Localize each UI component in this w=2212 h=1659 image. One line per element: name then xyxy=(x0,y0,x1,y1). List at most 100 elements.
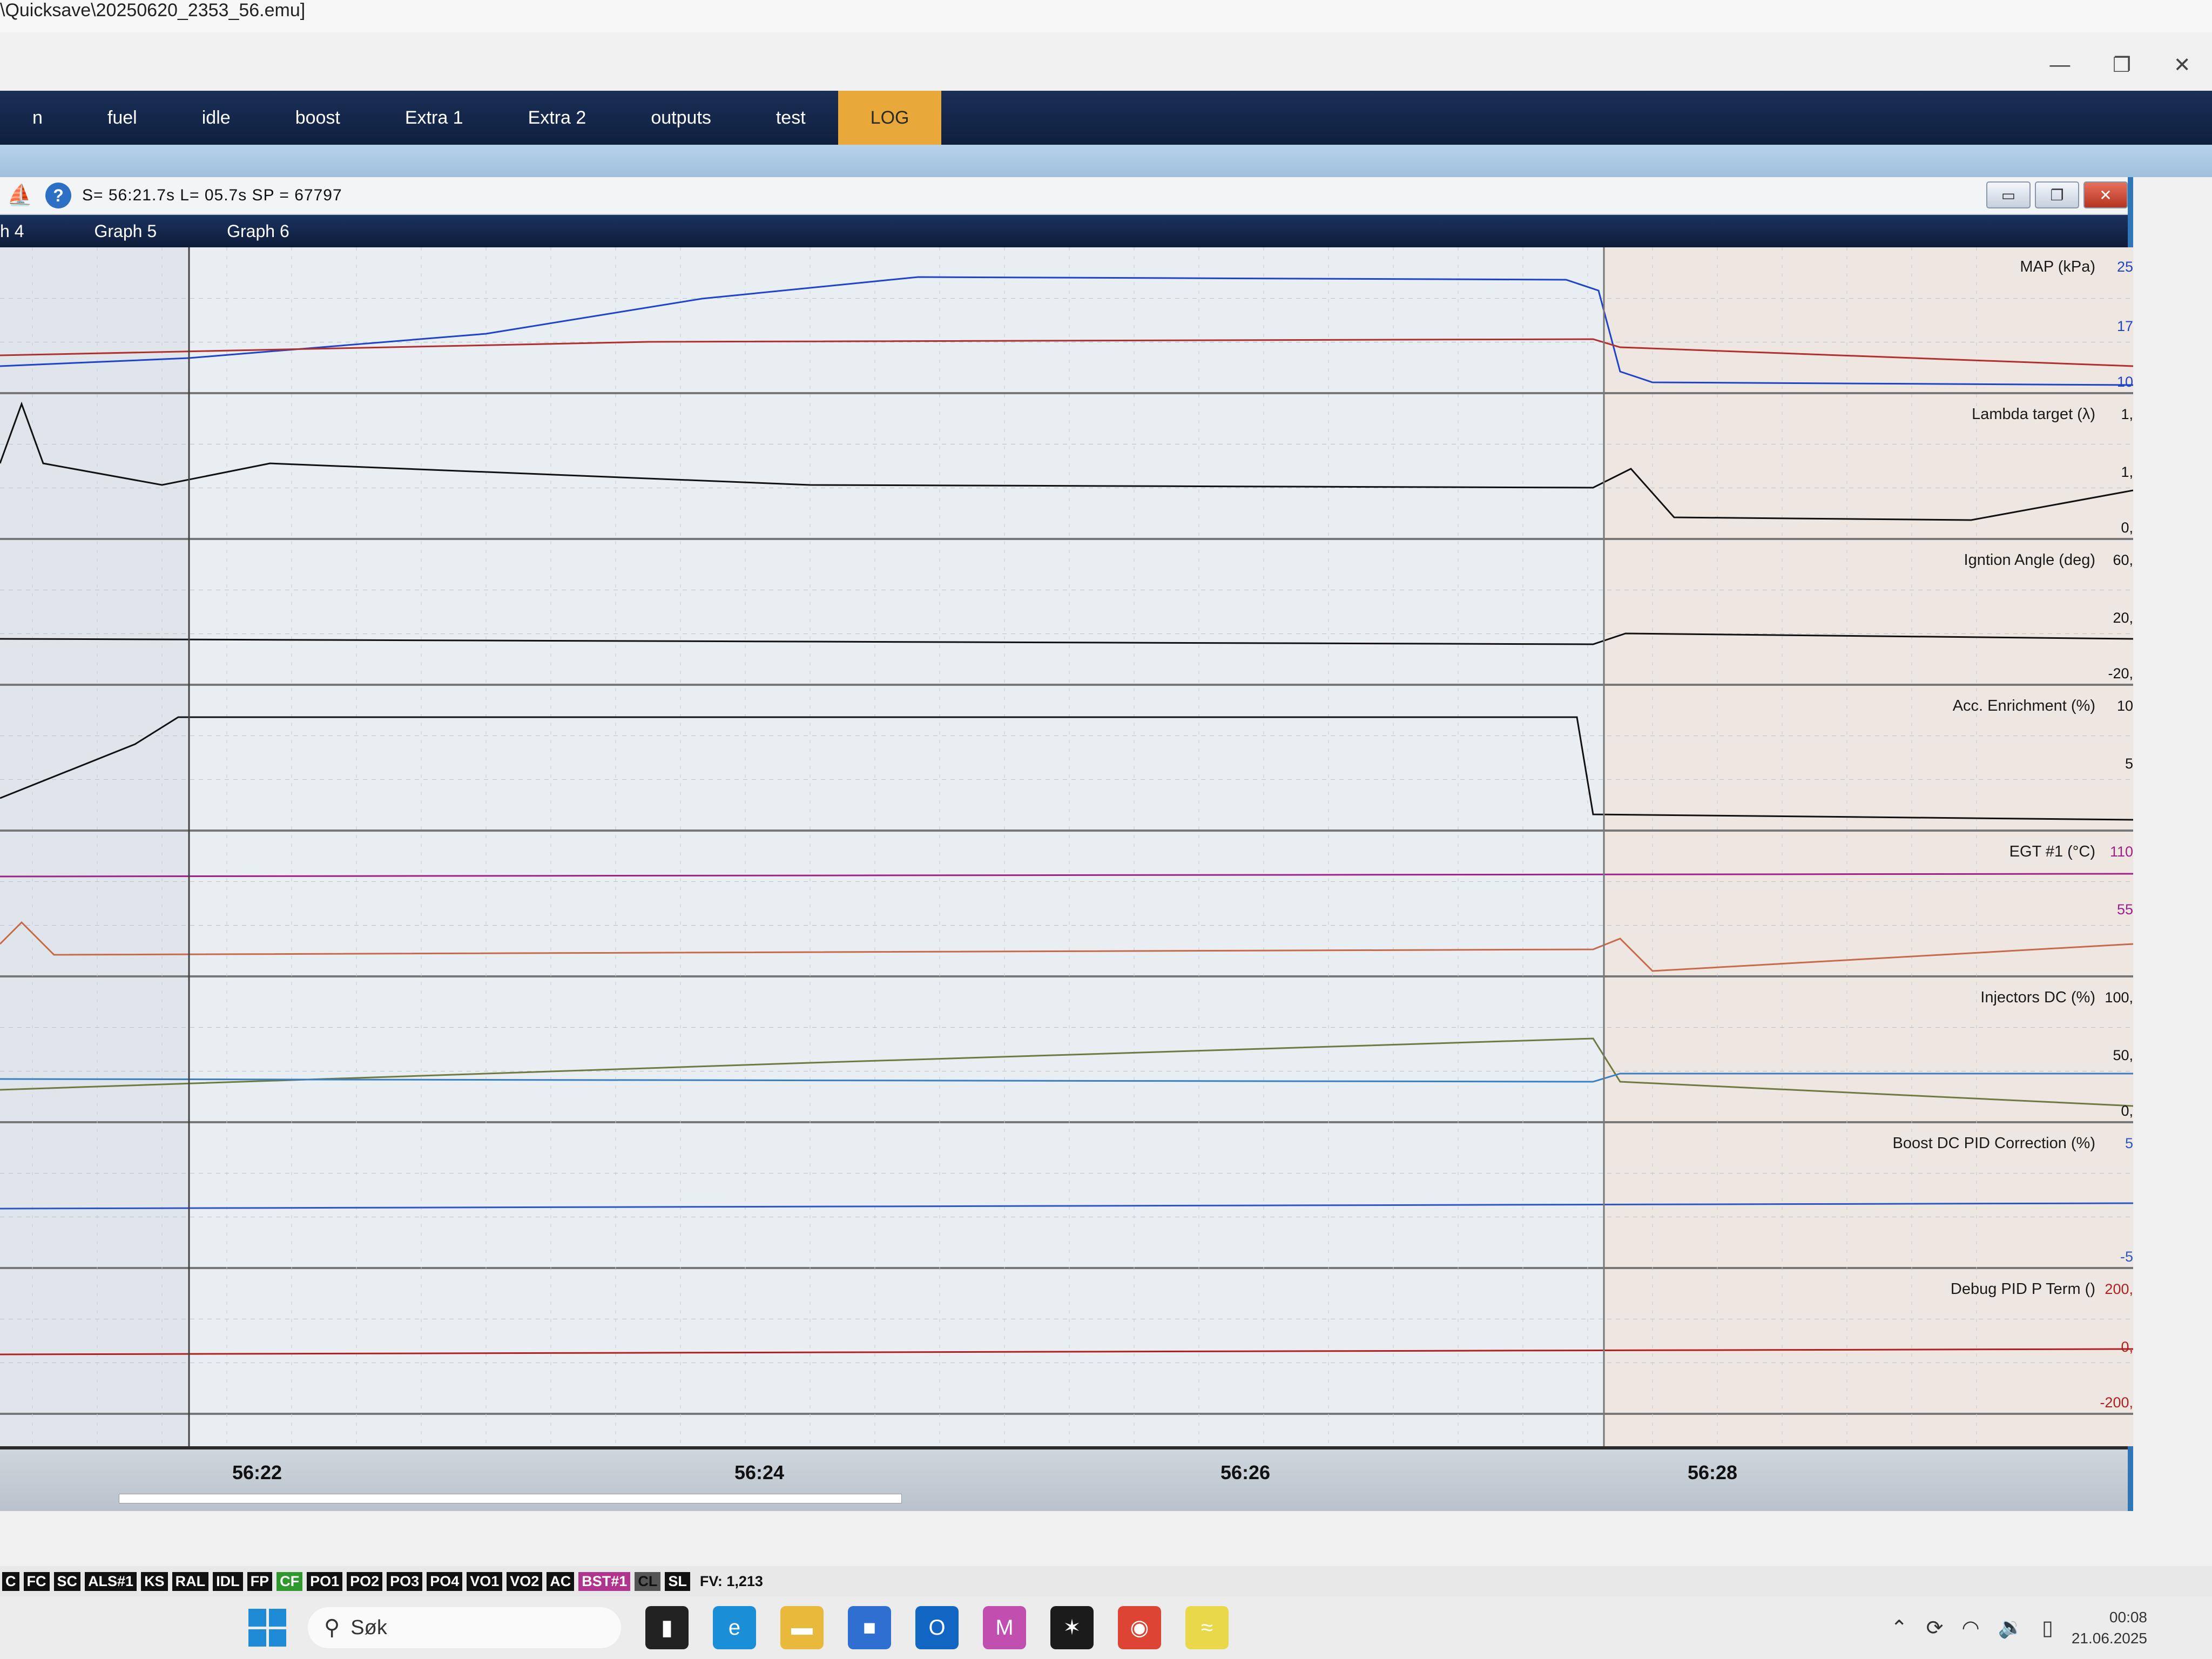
tick-acc-mid: 50 xyxy=(2125,756,2133,772)
tab-graph-5[interactable]: Graph 5 xyxy=(94,221,227,241)
menu-item-log[interactable]: LOG xyxy=(838,91,942,145)
fv-value: FV: 1,213 xyxy=(699,1573,763,1589)
graph-settings-icon[interactable]: ⛵ xyxy=(5,181,35,210)
status-flag-po2: PO2 xyxy=(347,1572,383,1591)
clock-date: 21.06.2025 xyxy=(2071,1630,2147,1647)
log-window-controls: ▭ ❐ ✕ xyxy=(1986,181,2128,208)
chrome-icon[interactable]: ◉ xyxy=(1118,1606,1161,1649)
log-close-icon[interactable]: ✕ xyxy=(2083,181,2128,208)
status-flag-sc: SC xyxy=(53,1572,81,1591)
status-flag-ks: KS xyxy=(141,1572,168,1591)
log-plot-area[interactable]: MAP (kPa) 250 175 100 Lambda target (λ) … xyxy=(0,247,2133,1446)
windows-start-icon[interactable] xyxy=(248,1609,286,1647)
outlook-icon[interactable]: O xyxy=(915,1606,959,1649)
toolbar-band xyxy=(0,145,2212,177)
title-bar: \Quicksave\20250620_2353_56.emu] xyxy=(0,0,2212,32)
search-placeholder: Søk xyxy=(350,1616,387,1639)
log-toolbar: ⛵ ? S= 56:21.7s L= 05.7s SP = 67797 ▭ ❐ … xyxy=(0,177,2128,215)
close-icon[interactable]: ✕ xyxy=(2174,53,2191,77)
taskbar-apps: ▮ e ▬ ■ O M ✶ ◉ ≈ xyxy=(621,1606,1229,1649)
menu-item-boost[interactable]: boost xyxy=(263,91,373,145)
edge-icon[interactable]: e xyxy=(713,1606,756,1649)
log-window: ⛵ ? S= 56:21.7s L= 05.7s SP = 67797 ▭ ❐ … xyxy=(0,177,2133,1511)
time-label-56-24: 56:24 xyxy=(734,1461,785,1483)
status-flag-sl: SL xyxy=(665,1572,690,1591)
chevron-up-icon[interactable]: ⌃ xyxy=(1891,1616,1908,1640)
status-flag-vo1: VO1 xyxy=(467,1572,503,1591)
channel-label-lambda: Lambda target (λ) xyxy=(1972,406,2095,423)
status-flag-cl: CL xyxy=(635,1572,661,1591)
status-flags: C FC SC ALS#1 KS RAL IDL FP CF PO1 PO2 PO3 PO4 VO1 VO2… xyxy=(2,1572,690,1591)
channel-label-injectors: Injectors DC (%) xyxy=(1980,989,2095,1006)
status-flag-po4: PO4 xyxy=(427,1572,463,1591)
tick-acc-max: 100 xyxy=(2117,698,2133,714)
pre-range-shade xyxy=(0,247,189,1446)
channel-label-acc: Acc. Enrichment (%) xyxy=(1953,697,2095,714)
tab-graph-4[interactable]: h 4 xyxy=(0,221,94,241)
status-flag-fp: FP xyxy=(247,1572,273,1591)
m365-icon[interactable]: M xyxy=(983,1606,1026,1649)
main-menu: n fuel idle boost Extra 1 Extra 2 output… xyxy=(0,91,2212,145)
tick-boost-pid-max: 50 xyxy=(2125,1135,2133,1151)
status-flag-bst1: BST#1 xyxy=(578,1572,631,1591)
tab-graph-6[interactable]: Graph 6 xyxy=(227,221,322,241)
pro-app-icon[interactable]: ✶ xyxy=(1050,1606,1094,1649)
store-icon[interactable]: ■ xyxy=(848,1606,891,1649)
status-flag-cf: CF xyxy=(276,1572,303,1591)
volume-icon[interactable]: 🔉 xyxy=(1998,1616,2024,1640)
application-window: \Quicksave\20250620_2353_56.emu] — ❐ ✕ n… xyxy=(0,0,2212,1659)
time-scrollbar[interactable] xyxy=(119,1494,902,1503)
status-flag-als1: ALS#1 xyxy=(85,1572,137,1591)
status-flag-fc: FC xyxy=(23,1572,50,1591)
log-maximize-icon[interactable]: ❐ xyxy=(2035,181,2079,208)
menu-item-fuel[interactable]: fuel xyxy=(75,91,170,145)
maximize-icon[interactable]: ❐ xyxy=(2113,53,2131,77)
status-flag-c: C xyxy=(2,1572,19,1591)
menu-item-extra-1[interactable]: Extra 1 xyxy=(373,91,496,145)
clock-time: 00:08 xyxy=(2109,1608,2147,1626)
help-icon[interactable]: ? xyxy=(45,183,71,208)
search-icon: ⚲ xyxy=(324,1616,340,1640)
minimize-icon[interactable]: — xyxy=(2049,53,2070,77)
menu-item-extra-2[interactable]: Extra 2 xyxy=(496,91,619,145)
file-explorer-icon[interactable]: ▬ xyxy=(780,1606,824,1649)
channel-label-debug-pid: Debug PID P Term () xyxy=(1951,1280,2095,1298)
log-minimize-icon[interactable]: ▭ xyxy=(1986,181,2031,208)
tick-lambda-max: 1,3 xyxy=(2121,406,2133,422)
taskbar-search[interactable]: ⚲ Søk xyxy=(308,1607,621,1648)
tick-injectors-max: 100,0 xyxy=(2105,989,2133,1006)
window-title: \Quicksave\20250620_2353_56.emu] xyxy=(0,0,306,21)
window-controls: — ❐ ✕ xyxy=(2028,43,2212,86)
tick-boost-pid-min: -50 xyxy=(2120,1249,2133,1265)
status-flag-idl: IDL xyxy=(213,1572,243,1591)
tick-lambda-min: 0,7 xyxy=(2121,520,2133,536)
clock[interactable]: 00:08 21.06.2025 xyxy=(2072,1607,2147,1649)
status-flag-po1: PO1 xyxy=(307,1572,343,1591)
time-label-56-22: 56:22 xyxy=(232,1461,282,1483)
tick-egt-max: 1100 xyxy=(2110,844,2133,860)
tick-egt-mid: 550 xyxy=(2117,901,2133,918)
log-status: S= 56:21.7s L= 05.7s SP = 67797 xyxy=(82,186,342,204)
tick-ignition-mid: 20,0 xyxy=(2113,610,2133,626)
tick-map-mid: 175 xyxy=(2117,318,2133,334)
sync-icon[interactable]: ⟳ xyxy=(1926,1616,1944,1640)
status-flag-vo2: VO2 xyxy=(507,1572,543,1591)
graph-tabs: h 4 Graph 5 Graph 6 xyxy=(0,215,2128,247)
task-view-icon[interactable]: ▮ xyxy=(645,1606,689,1649)
menu-item-idle[interactable]: idle xyxy=(170,91,263,145)
channel-label-egt: EGT #1 (°C) xyxy=(2009,843,2095,860)
time-label-56-26: 56:26 xyxy=(1220,1461,1271,1483)
time-label-56-28: 56:28 xyxy=(1688,1461,1738,1483)
channel-label-boost-pid: Boost DC PID Correction (%) xyxy=(1893,1135,2096,1152)
wifi-icon[interactable]: ◠ xyxy=(1961,1616,1979,1640)
channel-label-ignition: Igntion Angle (deg) xyxy=(1964,551,2095,569)
tick-injectors-min: 0,0 xyxy=(2121,1103,2133,1119)
tick-map-max: 250 xyxy=(2117,259,2133,275)
menu-item-outputs[interactable]: outputs xyxy=(618,91,744,145)
tick-debug-pid-min: -200,0 xyxy=(2100,1394,2133,1411)
menu-item-n[interactable]: n xyxy=(0,91,75,145)
status-flag-ac: AC xyxy=(547,1572,575,1591)
menu-item-test[interactable]: test xyxy=(744,91,838,145)
battery-icon[interactable]: ▯ xyxy=(2042,1616,2053,1640)
emu-app-icon[interactable]: ≈ xyxy=(1185,1606,1229,1649)
